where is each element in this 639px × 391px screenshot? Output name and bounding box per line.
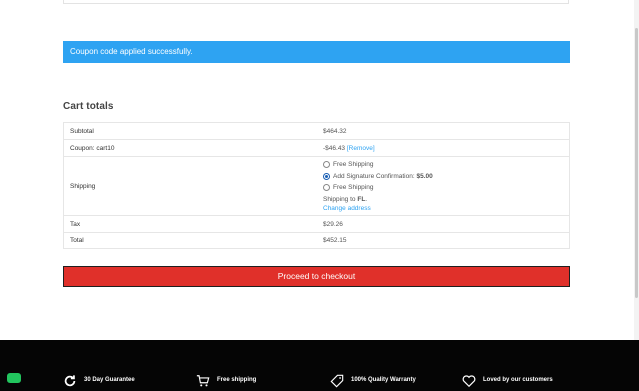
shipping-option-signature[interactable]: Add Signature Confirmation: $5.00 <box>323 170 563 182</box>
total-label: Total <box>63 232 317 249</box>
scrollbar-thumb[interactable] <box>635 28 638 298</box>
heart-icon <box>462 375 476 388</box>
tag-icon <box>330 374 344 388</box>
radio-signature-confirmation[interactable] <box>323 172 330 180</box>
total-row: Total $452.15 <box>63 232 570 249</box>
shipping-option-free-1[interactable]: Free Shipping <box>323 159 563 171</box>
subtotal-value: $464.32 <box>317 122 570 140</box>
coupon-discount-value: -$46.43 <box>323 144 346 152</box>
chat-widget-button[interactable] <box>7 373 21 383</box>
cart-totals-table: Subtotal $464.32 Coupon: cart10 -$46.43 … <box>63 122 570 249</box>
feature-warranty: 100% Quality Warranty <box>330 374 416 388</box>
footer: 30 Day Guarantee Free shipping 100% Qual… <box>0 340 639 391</box>
tax-label: Tax <box>63 215 317 233</box>
subtotal-label: Subtotal <box>63 122 317 140</box>
proceed-to-checkout-button[interactable]: Proceed to checkout <box>63 266 570 287</box>
cart-icon <box>196 375 210 387</box>
feature-guarantee: 30 Day Guarantee <box>63 374 135 388</box>
remove-coupon-link[interactable]: [Remove] <box>347 145 375 152</box>
shipping-options-cell: Free Shipping Add Signature Confirmation… <box>317 156 570 216</box>
shipping-option-label: Free Shipping <box>333 161 374 168</box>
coupon-row: Coupon: cart10 -$46.43 [Remove] <box>63 139 570 157</box>
subtotal-row: Subtotal $464.32 <box>63 122 570 140</box>
ship-to-state: FL <box>357 196 366 204</box>
shipping-label: Shipping <box>63 156 317 216</box>
coupon-label: Coupon: cart10 <box>63 139 317 157</box>
tax-row: Tax $29.26 <box>63 215 570 233</box>
refresh-icon <box>64 375 76 387</box>
shipping-option-label: Add Signature Confirmation: <box>333 172 415 180</box>
radio-free-shipping-2[interactable] <box>323 184 330 191</box>
ship-to-prefix: Shipping to <box>323 196 356 204</box>
coupon-success-notice: Coupon code applied successfully. <box>63 41 570 63</box>
notice-text: Coupon code applied successfully. <box>70 47 193 56</box>
feature-shipping: Free shipping <box>196 374 256 388</box>
feature-title: Loved by our customers <box>483 377 553 383</box>
radio-free-shipping-1[interactable] <box>323 161 330 168</box>
total-value: $452.15 <box>317 232 570 249</box>
shipping-row: Shipping Free Shipping Add Signature Con… <box>63 156 570 216</box>
page-scrollbar[interactable] <box>634 0 639 340</box>
feature-title: 30 Day Guarantee <box>84 377 135 383</box>
change-address-link[interactable]: Change address <box>323 204 563 213</box>
coupon-cell: -$46.43 [Remove] <box>317 139 570 157</box>
feature-loved: Loved by our customers <box>462 374 553 388</box>
shipping-option-free-2[interactable]: Free Shipping <box>323 182 563 194</box>
feature-title: 100% Quality Warranty <box>351 377 416 383</box>
cart-totals-heading: Cart totals <box>63 101 114 112</box>
tax-value: $29.26 <box>317 215 570 233</box>
shipping-destination: Shipping to FL. <box>323 196 368 204</box>
feature-title: Free shipping <box>217 377 257 383</box>
previous-section-box <box>63 0 569 4</box>
shipping-option-label: Free Shipping <box>333 184 374 191</box>
shipping-option-price: $5.00 <box>416 172 433 180</box>
